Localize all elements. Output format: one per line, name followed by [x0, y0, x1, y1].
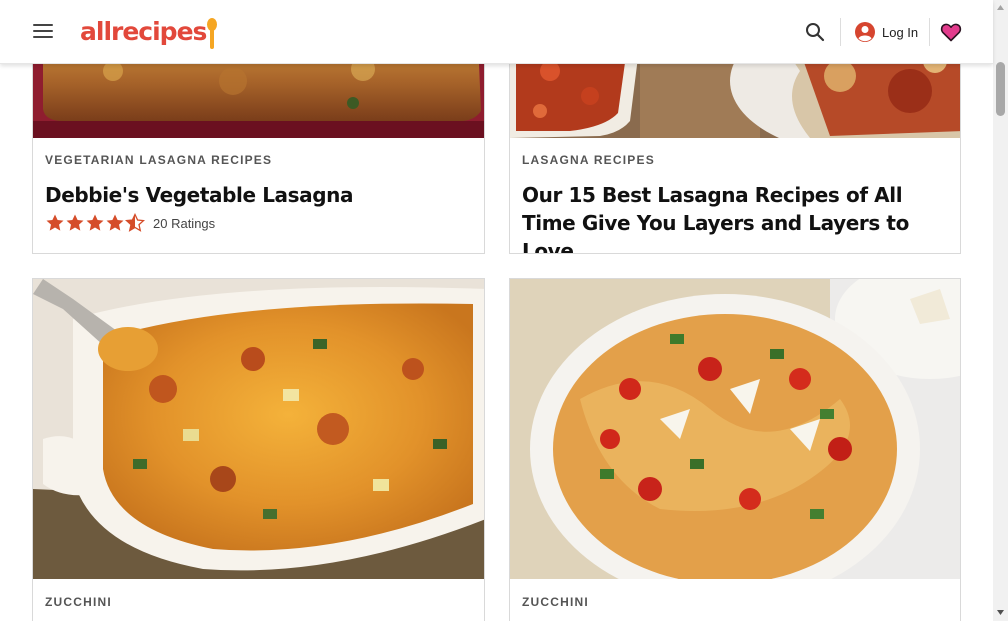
allrecipes-logo[interactable]: allrecipes [80, 14, 218, 50]
account-icon [855, 22, 875, 42]
recipe-card[interactable]: ZUCCHINI [509, 278, 961, 621]
recipe-image[interactable] [33, 279, 484, 579]
login-button[interactable]: Log In [854, 21, 918, 43]
rating-count: 20 Ratings [153, 215, 216, 231]
recipe-card[interactable]: ZUCCHINI [32, 278, 485, 621]
card-title[interactable]: Our 15 Best Lasagna Recipes of All Time … [522, 181, 948, 253]
star-icon [66, 214, 84, 231]
scroll-up-arrow-icon[interactable] [993, 0, 1008, 16]
star-half-icon [125, 213, 145, 232]
logo-text: allrecipes [80, 17, 207, 46]
star-icon [46, 214, 64, 231]
card-title[interactable]: Debbie's Vegetable Lasagna [45, 181, 472, 209]
star-icon [106, 214, 124, 231]
rating: 20 Ratings [45, 213, 472, 233]
scroll-down-arrow-icon[interactable] [993, 605, 1008, 621]
header-divider [840, 18, 841, 46]
card-tag[interactable]: ZUCCHINI [522, 595, 948, 609]
vertical-scrollbar[interactable] [993, 0, 1008, 621]
scrollbar-thumb[interactable] [996, 62, 1005, 116]
search-icon[interactable] [805, 22, 825, 42]
spoon-icon [207, 18, 218, 50]
heart-icon[interactable] [940, 21, 962, 43]
site-header: allrecipes Log In [0, 0, 993, 64]
recipe-image[interactable] [510, 279, 960, 579]
login-label: Log In [882, 24, 919, 40]
card-tag[interactable]: ZUCCHINI [45, 595, 472, 609]
hamburger-menu-icon[interactable] [33, 24, 53, 40]
recipe-card[interactable]: LASAGNA RECIPES Our 15 Best Lasagna Reci… [509, 40, 961, 254]
star-icon [86, 214, 104, 231]
recipe-card[interactable]: VEGETARIAN LASAGNA RECIPES Debbie's Vege… [32, 40, 485, 254]
card-tag[interactable]: VEGETARIAN LASAGNA RECIPES [45, 153, 472, 167]
star-rating [45, 213, 145, 233]
card-tag[interactable]: LASAGNA RECIPES [522, 153, 948, 167]
header-divider [929, 18, 930, 46]
